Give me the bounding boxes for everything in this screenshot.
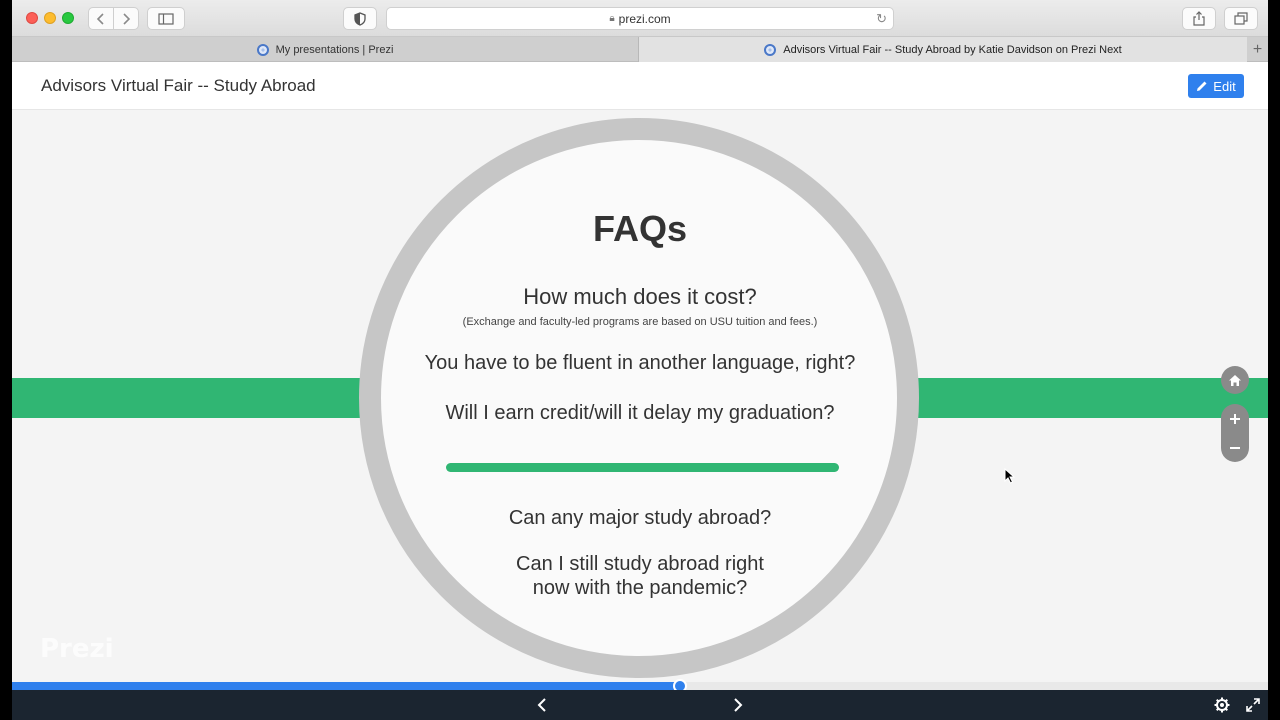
- expand-icon: [1246, 698, 1260, 712]
- home-icon: [1229, 374, 1241, 386]
- fullscreen-button[interactable]: [1240, 690, 1266, 720]
- next-step-button[interactable]: [723, 690, 753, 720]
- slide-title: FAQs: [592, 208, 688, 249]
- gear-icon: [1214, 697, 1230, 713]
- presentation-header: Advisors Virtual Fair -- Study Abroad Ed…: [12, 62, 1268, 110]
- share-icon: [1193, 11, 1205, 26]
- page-title: Advisors Virtual Fair -- Study Abroad: [41, 76, 316, 95]
- faq-question-cost: How much does it cost?: [523, 284, 757, 309]
- zoom-in-button[interactable]: [1221, 404, 1249, 433]
- zoom-in-out-group: [1221, 404, 1249, 462]
- tab-my-presentations[interactable]: My presentations | Prezi: [12, 37, 639, 62]
- tab-label: Advisors Virtual Fair -- Study Abroad by…: [783, 43, 1122, 56]
- new-tab-button[interactable]: +: [1247, 37, 1268, 62]
- privacy-report-button[interactable]: [343, 7, 377, 30]
- tabs-icon: [1234, 12, 1248, 25]
- chevron-right-icon: [734, 698, 743, 712]
- faq-question-cost-note: (Exchange and faculty-led programs are b…: [462, 316, 818, 328]
- chevron-left-icon: [96, 12, 104, 25]
- minus-icon: [1230, 446, 1240, 449]
- tab-bar: My presentations | Prezi Advisors Virtua…: [12, 37, 1268, 62]
- shield-icon: [354, 11, 366, 26]
- faq-question-credit: Will I earn credit/will it delay my grad…: [445, 402, 835, 424]
- presentation-controls: [12, 690, 1268, 720]
- zoom-controls: [1221, 366, 1249, 462]
- presentation-progress-bar[interactable]: [12, 679, 1268, 693]
- edit-button[interactable]: Edit: [1188, 74, 1244, 98]
- tab-label: My presentations | Prezi: [275, 43, 394, 56]
- sidebar-icon: [158, 12, 174, 25]
- plus-icon: [1230, 413, 1240, 424]
- zoom-window-button[interactable]: [62, 12, 74, 24]
- sidebar-toggle-button[interactable]: [147, 7, 185, 30]
- mouse-cursor-icon: [1004, 468, 1016, 484]
- previous-step-button[interactable]: [527, 690, 557, 720]
- tab-advisors-virtual-fair[interactable]: Advisors Virtual Fair -- Study Abroad by…: [639, 37, 1247, 62]
- chevron-left-icon: [537, 698, 546, 712]
- lock-icon: 🔒︎: [609, 13, 615, 24]
- tab-overview-button[interactable]: [1224, 7, 1258, 30]
- zoom-out-button[interactable]: [1221, 433, 1249, 462]
- pencil-icon: [1197, 81, 1207, 91]
- close-window-button[interactable]: [26, 12, 38, 24]
- prezi-favicon-icon: [256, 43, 269, 56]
- faq-question-major: Can any major study abroad?: [508, 507, 772, 529]
- zoom-home-button[interactable]: [1221, 366, 1249, 394]
- faq-question-pandemic-line2: now with the pandemic?: [532, 577, 748, 599]
- url-text: prezi.com: [618, 11, 671, 26]
- settings-button[interactable]: [1208, 690, 1236, 720]
- faq-question-pandemic-line1: Can I still study abroad right: [516, 553, 764, 575]
- browser-toolbar: 🔒︎ prezi.com ↻: [12, 0, 1268, 37]
- green-divider: [446, 463, 839, 472]
- back-button[interactable]: [88, 7, 114, 30]
- minimize-window-button[interactable]: [44, 12, 56, 24]
- edit-label: Edit: [1213, 78, 1236, 94]
- forward-button[interactable]: [113, 7, 139, 30]
- reload-icon[interactable]: ↻: [876, 11, 887, 27]
- prezi-favicon-icon: [764, 43, 777, 56]
- prezi-watermark: Prezi: [40, 634, 114, 664]
- progress-fill: [12, 682, 681, 690]
- address-bar[interactable]: 🔒︎ prezi.com ↻: [386, 7, 894, 30]
- faq-question-language: You have to be fluent in another languag…: [424, 352, 856, 374]
- chevron-right-icon: [123, 12, 131, 25]
- presentation-canvas[interactable]: FAQs How much does it cost? (Exchange an…: [12, 110, 1268, 682]
- faq-question-pandemic: Can I still study abroad right now with …: [12, 552, 1268, 600]
- share-button[interactable]: [1182, 7, 1216, 30]
